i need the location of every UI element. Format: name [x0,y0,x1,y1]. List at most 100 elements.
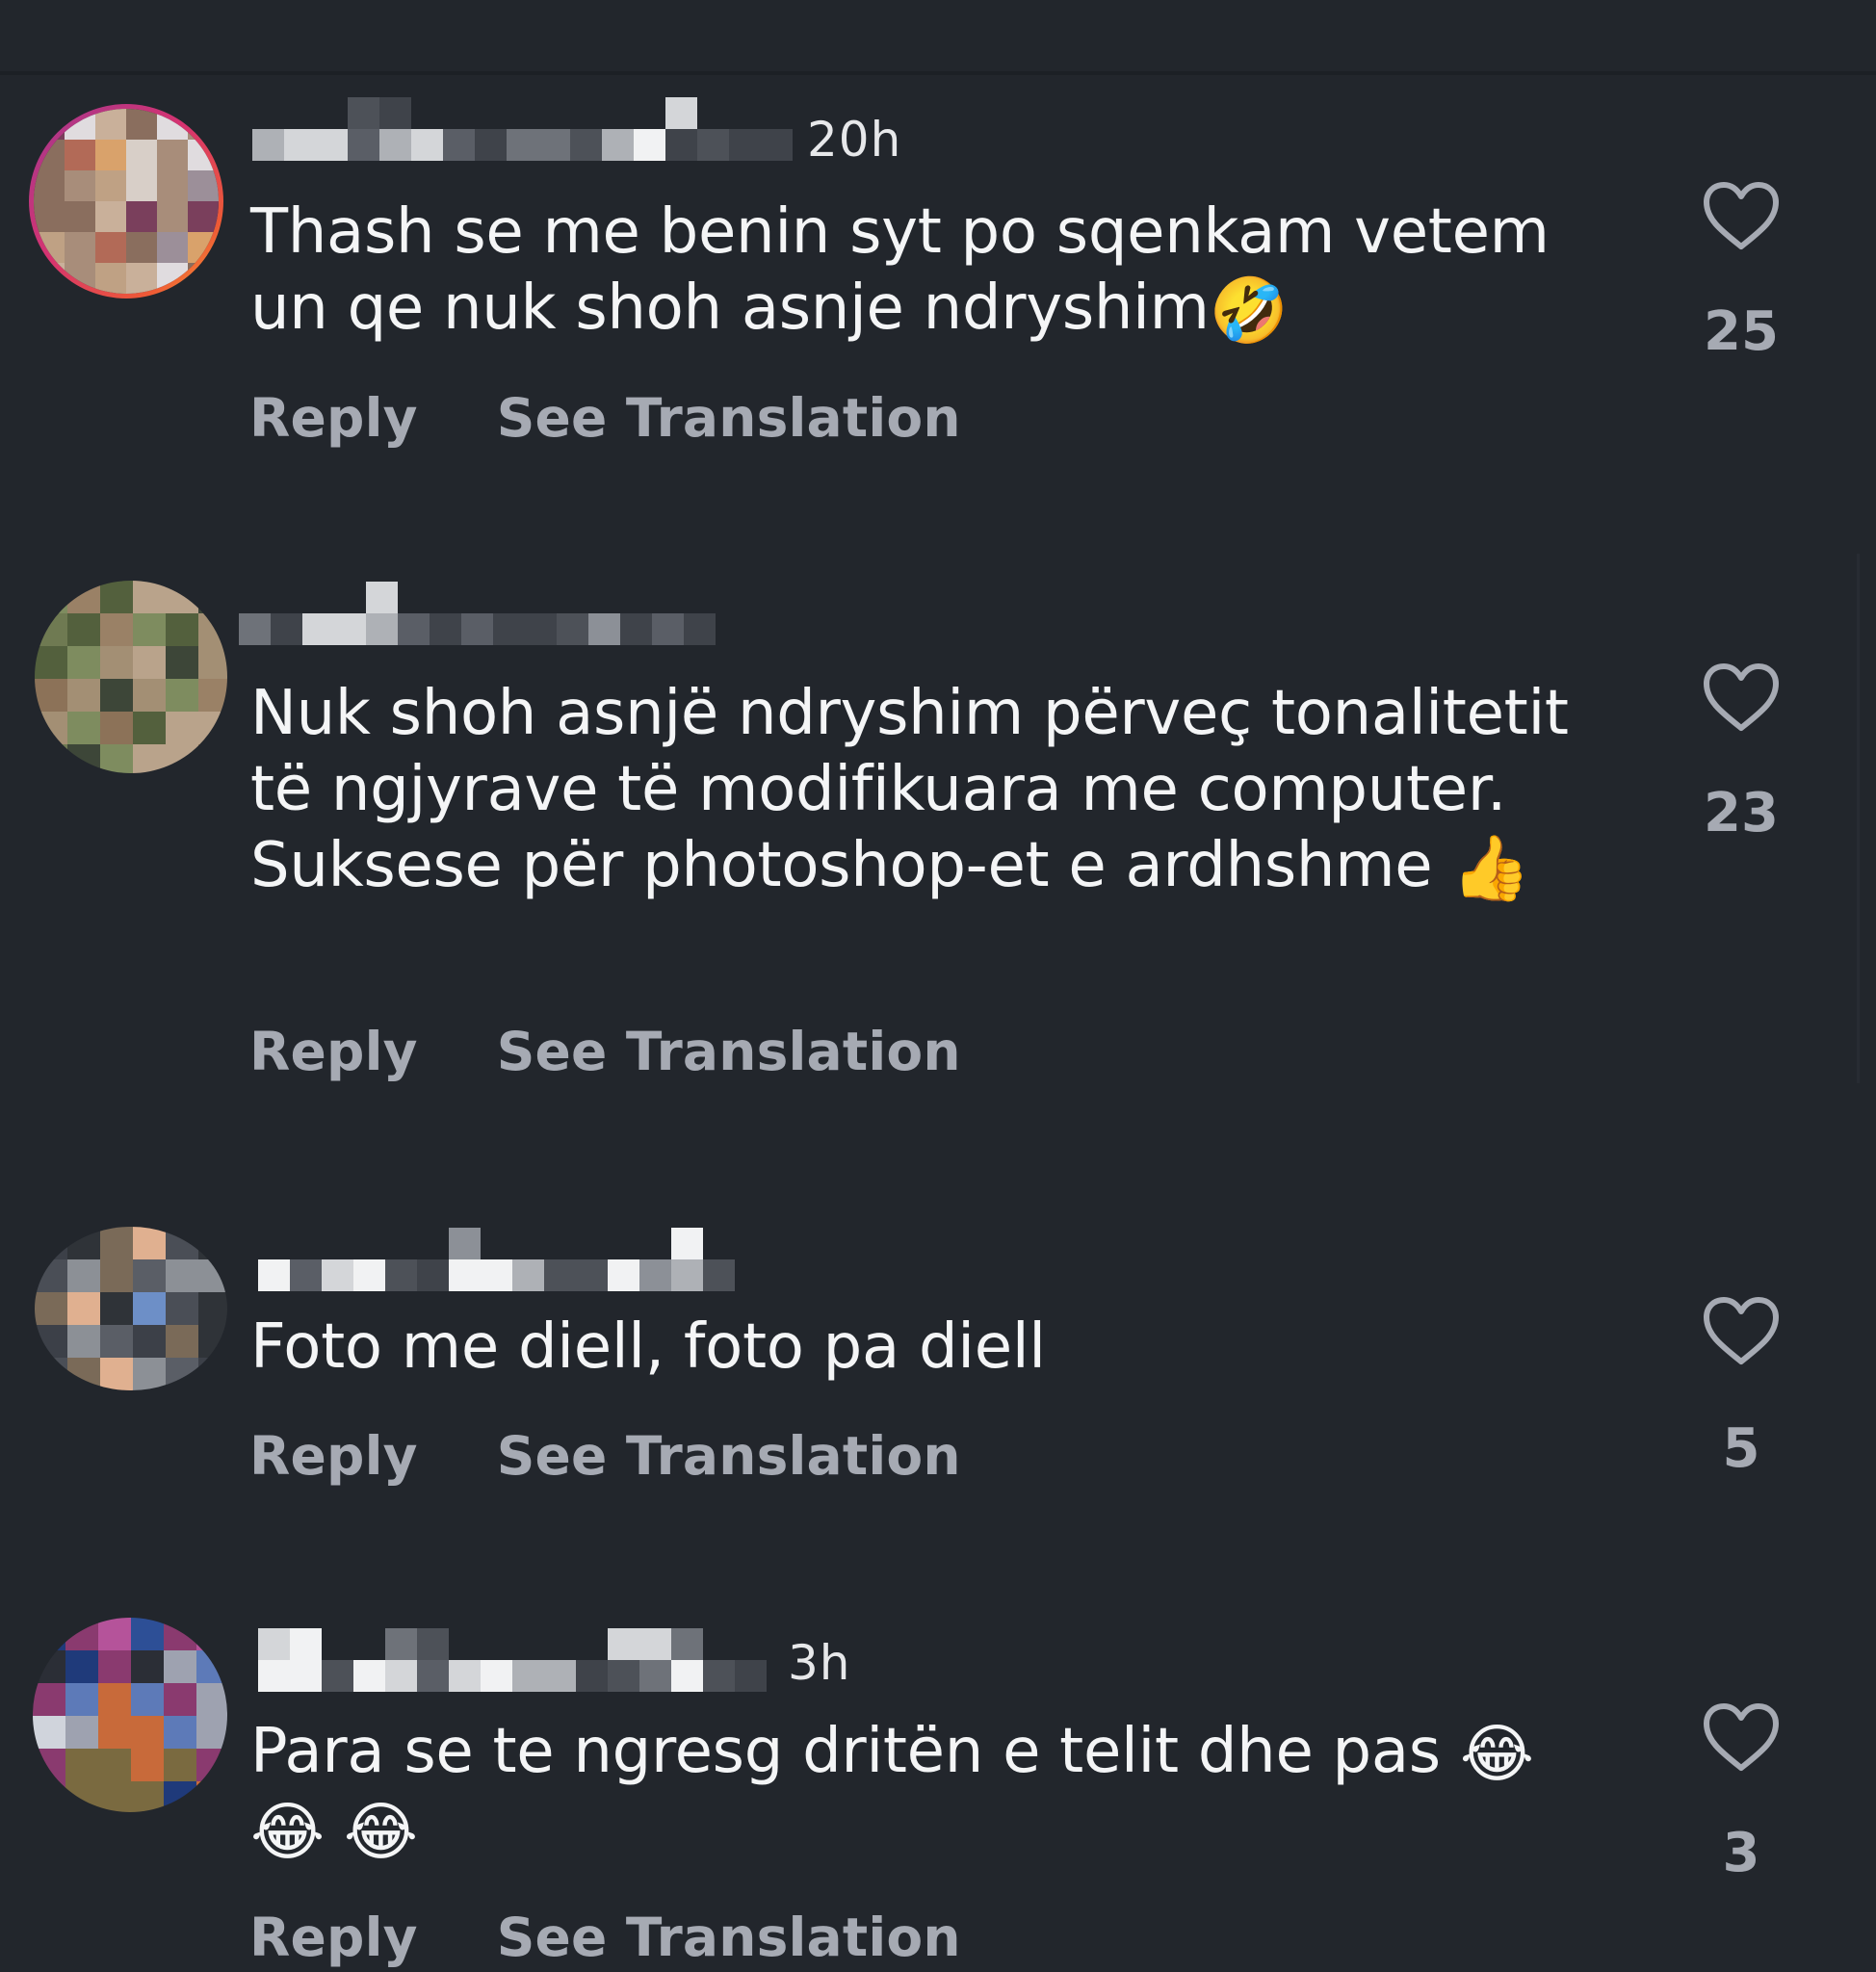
heart-outline-icon[interactable] [1701,1294,1782,1367]
mosaic-tile [126,263,157,294]
mosaic-tile [33,1781,65,1812]
heart-outline-icon[interactable] [1701,179,1782,252]
username[interactable] [258,1227,749,1292]
mosaic-tile [652,613,684,645]
mosaic-tile [258,1628,290,1660]
mosaic-tile [557,613,588,645]
mosaic-tile [100,1227,133,1259]
mosaic-tile [198,1292,227,1325]
mosaic-tile [634,129,665,161]
mosaic-tile [35,679,67,712]
see-translation-button[interactable]: See Translation [497,1021,961,1082]
mosaic-tile [188,140,219,170]
mosaic-tile [449,1660,481,1692]
mosaic-tile [198,744,227,773]
mosaic-tile [98,1716,131,1749]
mosaic-tile [196,1749,227,1781]
mosaic-tile [100,679,133,712]
username[interactable] [252,96,811,162]
heart-outline-icon[interactable] [1701,661,1782,734]
mosaic-tile [133,613,166,646]
reply-button[interactable]: Reply [249,1425,418,1487]
mosaic-tile [258,1660,290,1692]
mosaic-tile [34,232,65,263]
mosaic-tile [665,129,697,161]
mosaic-tile [348,129,379,161]
see-translation-button[interactable]: See Translation [497,1425,961,1487]
chevron-down-icon[interactable] [1733,0,1757,6]
mosaic-tile [417,1660,449,1692]
mosaic-tile [684,613,716,645]
comment-text: Foto me diell, foto pa diell [250,1310,1618,1386]
mosaic-tile [65,1650,98,1683]
mosaic-tile [34,263,65,294]
mosaic-tile [67,1325,100,1358]
mosaic-tile [126,232,157,263]
mosaic-tile [166,712,198,744]
mosaic-tile [157,201,188,232]
mosaic-tile [100,1292,133,1325]
comment-actions: Reply See Translation [249,1021,1040,1088]
mosaic-tile [430,613,461,645]
rofl-emoji: 🤣 [1209,273,1289,348]
mosaic-tile [100,1259,133,1292]
mosaic-tile [188,201,219,232]
see-translation-button[interactable]: See Translation [497,387,961,449]
username[interactable] [239,581,720,646]
mosaic-tile [639,1259,671,1291]
avatar[interactable] [35,1227,227,1390]
mosaic-tile [35,613,67,646]
mosaic-tile [334,613,366,645]
mosaic-tile [164,1716,196,1749]
mosaic-tile [665,97,697,129]
mosaic-tile [322,1259,353,1291]
mosaic-tile [133,1259,166,1292]
mosaic-tile [697,129,729,161]
mosaic-tile [65,1683,98,1716]
mosaic-tile [65,1781,98,1812]
comment-text: Nuk shoh asnjë ndryshim përveç tonalitet… [250,676,1618,906]
joy-emoji: 😂 [1459,1717,1534,1791]
mosaic-tile [353,1259,385,1291]
see-translation-button[interactable]: See Translation [497,1907,961,1968]
username-pixelated [239,582,716,645]
mosaic-tile [198,1227,227,1259]
mosaic-tile [512,1660,544,1692]
mosaic-tile [196,1618,227,1650]
mosaic-tile [258,1259,290,1291]
joy-emoji: 😂 [343,1795,418,1869]
mosaic-tile [98,1650,131,1683]
joy-emoji: 😂 [250,1795,325,1869]
comment-body: Nuk shoh asnjë ndryshim përveç tonalitet… [250,678,1569,901]
avatar[interactable] [29,104,223,298]
comment-body: Para se te ngresg dritën e telit dhe pas [250,1716,1441,1787]
scrollbar[interactable] [1857,554,1860,1083]
mosaic-tile [379,129,411,161]
mosaic-tile [198,581,227,613]
mosaic-tile [188,232,219,263]
mosaic-tile [65,1716,98,1749]
heart-outline-icon[interactable] [1701,1700,1782,1774]
reply-button[interactable]: Reply [249,1021,418,1082]
avatar[interactable] [33,1618,227,1812]
mosaic-tile [198,1325,227,1358]
mosaic-tile [33,1618,65,1650]
mosaic-tile [164,1683,196,1716]
username-pixelated [252,97,793,161]
mosaic-tile [198,1358,227,1390]
mosaic-tile [544,1259,576,1291]
mosaic-tile [67,712,100,744]
mosaic-tile [100,1325,133,1358]
mosaic-tile [95,170,126,201]
comment-timestamp: 3h [788,1635,851,1691]
avatar[interactable] [35,581,227,773]
mosaic-tile [671,1228,703,1259]
mosaic-tile [544,1660,576,1692]
mosaic-tile [67,646,100,679]
reply-button[interactable]: Reply [249,387,418,449]
mosaic-tile [493,613,525,645]
username[interactable] [258,1627,790,1693]
mosaic-tile [35,581,67,613]
reply-button[interactable]: Reply [249,1907,418,1968]
mosaic-tile [67,581,100,613]
